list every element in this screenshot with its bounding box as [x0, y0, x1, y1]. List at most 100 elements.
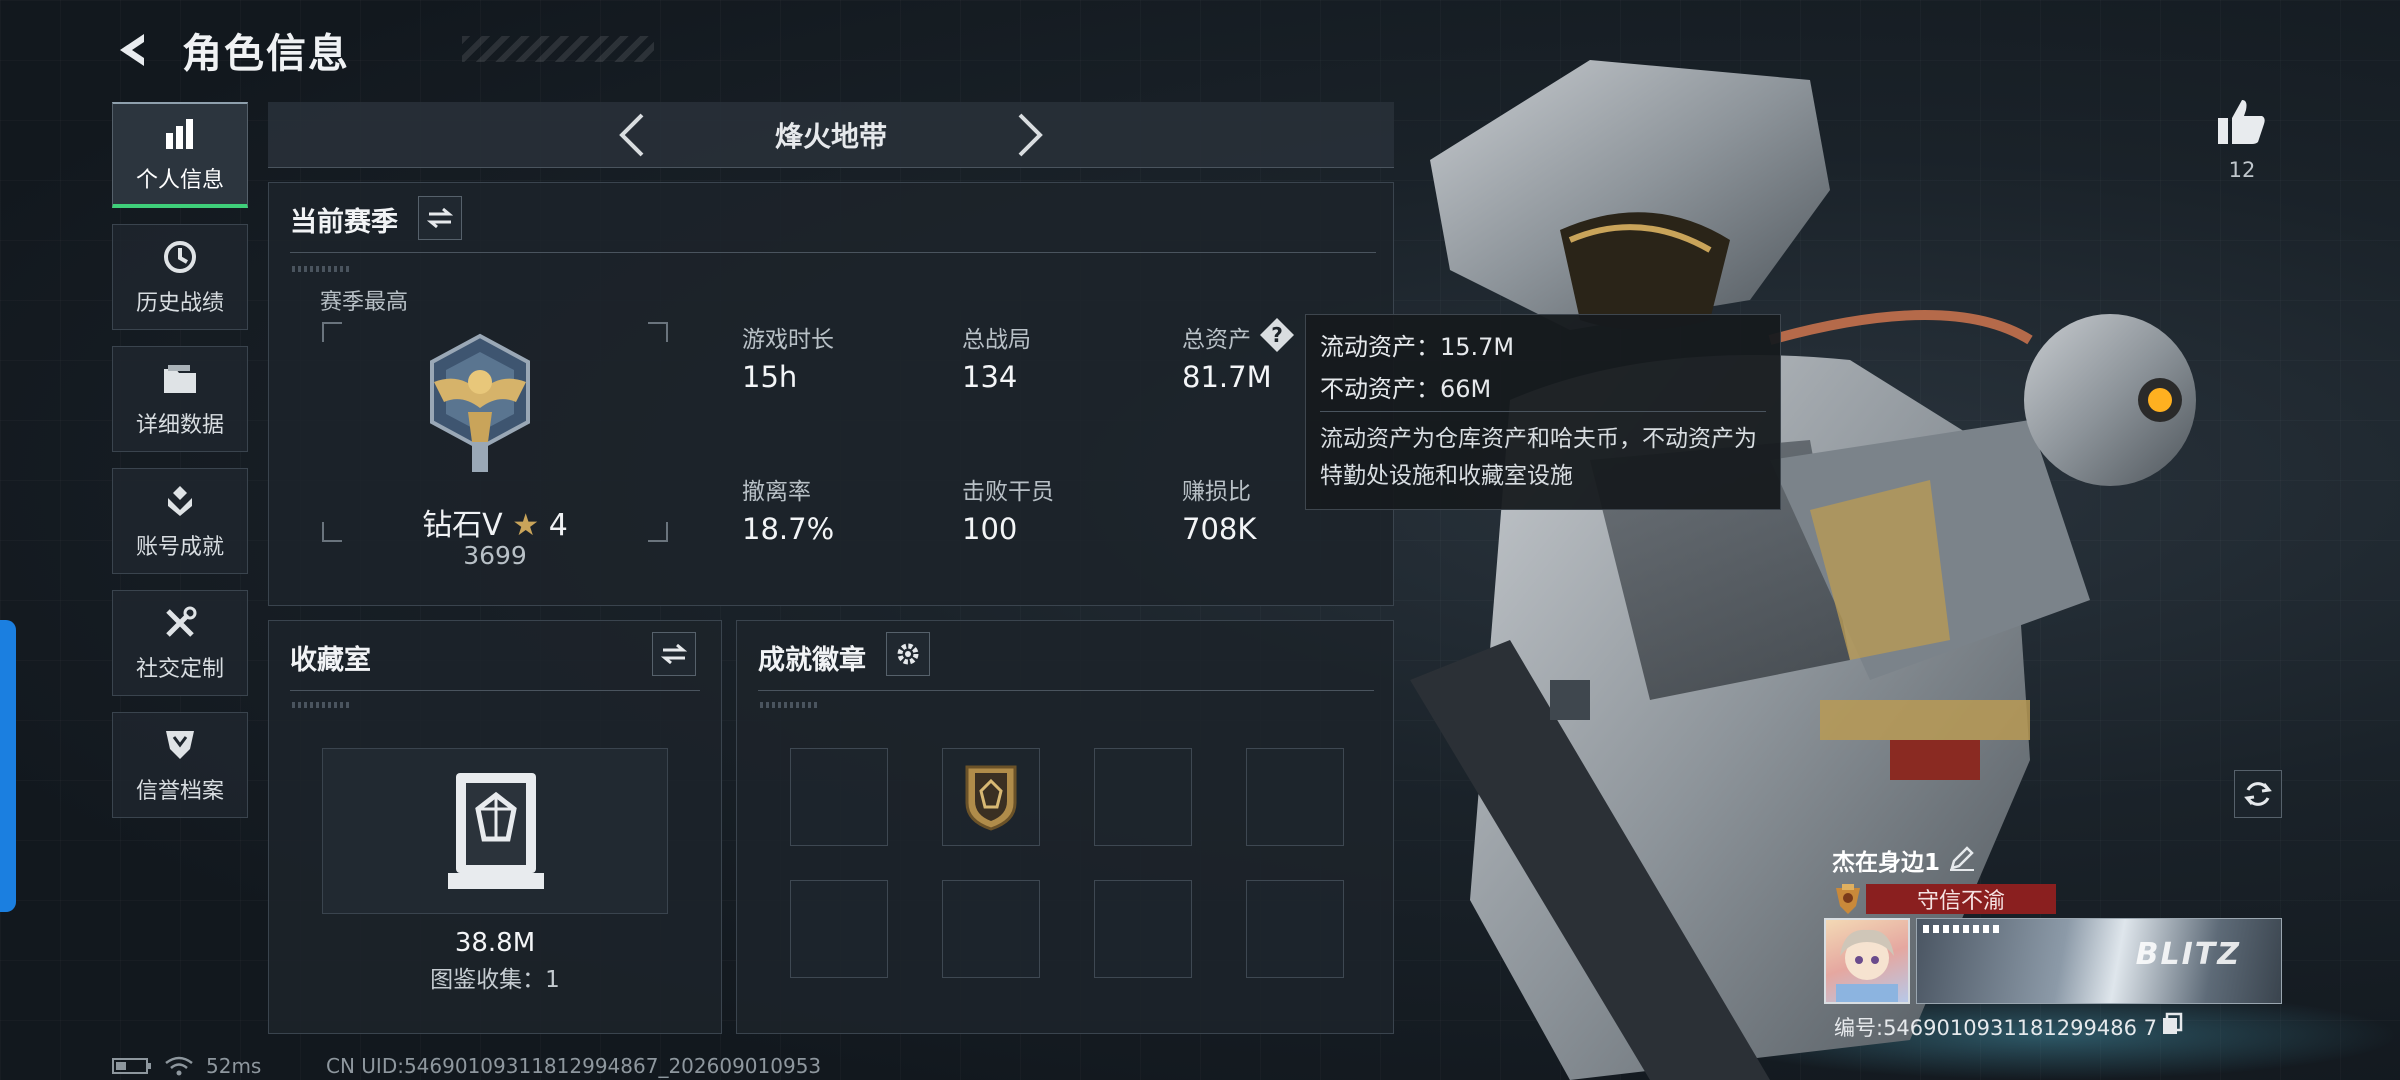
- vault-divider: [290, 690, 700, 691]
- season-switch-button[interactable]: [418, 196, 462, 240]
- stat-label-extract-rate: 撤离率: [742, 479, 811, 505]
- help-icon[interactable]: ?: [1259, 317, 1295, 353]
- vault-switch-button[interactable]: [652, 632, 696, 676]
- sidebar-item-personal-info[interactable]: 个人信息: [112, 102, 248, 208]
- bar-chart-icon: [160, 114, 200, 154]
- stat-value-total-assets: 81.7M: [1182, 360, 1272, 394]
- frame-corner: [648, 322, 668, 342]
- banner-stripe: [1923, 925, 2003, 933]
- sidebar-item-label: 个人信息: [135, 168, 224, 193]
- stat-label-profit-ratio: 赚损比: [1182, 479, 1251, 505]
- stat-value-extract-rate: 18.7%: [742, 512, 835, 546]
- player-title-badge: 守信不渝: [1866, 884, 2056, 914]
- refresh-icon: [2244, 782, 2272, 806]
- badge-slot-2[interactable]: [942, 748, 1040, 846]
- header: 角色信息: [112, 22, 654, 78]
- season-best-label: 赛季最高: [320, 290, 409, 315]
- rank-stars: 4: [548, 508, 568, 543]
- badge-slot-5[interactable]: [790, 880, 888, 978]
- vault-collection-count: 图鉴收集：1: [430, 967, 560, 993]
- history-clock-icon: [160, 237, 200, 277]
- mode-next-button[interactable]: [1011, 110, 1051, 160]
- like-count: 12: [2228, 158, 2256, 182]
- season-divider: [290, 252, 1376, 253]
- mode-selector: 烽火地带: [268, 102, 1394, 168]
- badge-slot-8[interactable]: [1246, 880, 1344, 978]
- stat-value-total-matches: 134: [962, 360, 1018, 394]
- uid-text: CN UID:54690109311812994867_202609010953: [326, 1054, 822, 1078]
- tools-icon: [160, 603, 200, 643]
- svg-text:?: ?: [1271, 323, 1283, 347]
- back-arrow-icon[interactable]: [112, 28, 156, 72]
- sidebar-item-label: 账号成就: [135, 535, 224, 560]
- ping-value: 52ms: [206, 1054, 262, 1078]
- rank-score: 3699: [463, 541, 527, 570]
- sidebar-item-social[interactable]: 社交定制: [112, 590, 248, 696]
- folder-icon: [160, 359, 200, 399]
- title-medal-icon: [1832, 882, 1864, 916]
- tooltip-divider: [1320, 411, 1766, 412]
- achievement-icon: [160, 481, 200, 521]
- vault-section-title: 收藏室: [290, 645, 371, 676]
- pencil-icon[interactable]: [1948, 844, 1976, 872]
- player-name: 杰在身边1: [1832, 850, 1941, 876]
- rank-name-row: 钻石V ★ 4: [322, 500, 668, 544]
- player-avatar[interactable]: [1824, 918, 1910, 1004]
- shield-icon: [160, 725, 200, 765]
- rotate-character-button[interactable]: [2234, 770, 2282, 818]
- vault-cabinet-icon: [448, 773, 544, 889]
- copy-icon[interactable]: [2160, 1012, 2184, 1036]
- badges-settings-button[interactable]: [886, 632, 930, 676]
- gear-icon: [897, 643, 919, 665]
- sidebar-item-label: 信誉档案: [135, 779, 224, 804]
- stat-label-total-assets: 总资产: [1182, 327, 1251, 353]
- tooltip-fixed-assets: 不动资产：66M: [1320, 375, 1492, 403]
- badges-section-title: 成就徽章: [758, 645, 866, 676]
- badge-emblem-icon: [965, 765, 1017, 831]
- title-decoration: [462, 36, 654, 62]
- stat-label-operators-defeated: 击败干员: [962, 479, 1054, 505]
- vault-display: [322, 748, 668, 914]
- sidebar-item-details[interactable]: 详细数据: [112, 346, 248, 452]
- season-section-title: 当前赛季: [290, 207, 398, 238]
- player-card-banner[interactable]: BLITZ: [1916, 918, 2282, 1004]
- badges-divider: [758, 690, 1374, 691]
- swap-icon: [661, 643, 687, 665]
- badge-slot-6[interactable]: [942, 880, 1040, 978]
- sidebar-item-label: 详细数据: [135, 413, 224, 438]
- decor-text: [760, 702, 820, 708]
- rank-name: 钻石V: [422, 508, 503, 543]
- mode-title: 烽火地带: [774, 119, 887, 153]
- sidebar-item-history[interactable]: 历史战绩: [112, 224, 248, 330]
- badge-slot-7[interactable]: [1094, 880, 1192, 978]
- stat-label-play-time: 游戏时长: [742, 327, 834, 353]
- sidebar-item-credit[interactable]: 信誉档案: [112, 712, 248, 818]
- stat-value-profit-ratio: 708K: [1182, 512, 1257, 546]
- battery-icon: [112, 1058, 151, 1074]
- swap-icon: [427, 207, 453, 229]
- sidebar-item-label: 历史战绩: [135, 291, 224, 316]
- page-title: 角色信息: [182, 31, 350, 77]
- thumbs-up-icon[interactable]: [2216, 96, 2268, 148]
- badge-slot-3[interactable]: [1094, 748, 1192, 846]
- stat-value-play-time: 15h: [742, 360, 798, 394]
- rank-emblem-icon: [430, 333, 530, 472]
- assets-tooltip: 流动资产：15.7M 不动资产：66M 流动资产为仓库资产和哈夫币，不动资产为特…: [1305, 314, 1781, 510]
- stat-label-total-matches: 总战局: [962, 327, 1031, 353]
- banner-logo-text: BLITZ: [2135, 937, 2241, 972]
- wifi-icon: [165, 1056, 193, 1076]
- tooltip-description: 流动资产为仓库资产和哈夫币，不动资产为特勤处设施和收藏室设施: [1320, 426, 1757, 489]
- frame-corner: [322, 322, 342, 342]
- badge-slot-4[interactable]: [1246, 748, 1344, 846]
- sidebar-item-label: 社交定制: [135, 657, 224, 682]
- mode-prev-button[interactable]: [611, 110, 651, 160]
- sidebar-item-achievements[interactable]: 账号成就: [112, 468, 248, 574]
- side-drawer-handle[interactable]: [0, 620, 16, 912]
- decor-text: [292, 266, 352, 272]
- star-icon: ★: [512, 508, 540, 543]
- badge-slot-1[interactable]: [790, 748, 888, 846]
- player-id: 编号:5469010931181299486 7: [1834, 1016, 2157, 1040]
- status-bar: 52ms: [112, 1054, 261, 1078]
- stat-value-operators-defeated: 100: [962, 512, 1018, 546]
- vault-value: 38.8M: [454, 928, 536, 958]
